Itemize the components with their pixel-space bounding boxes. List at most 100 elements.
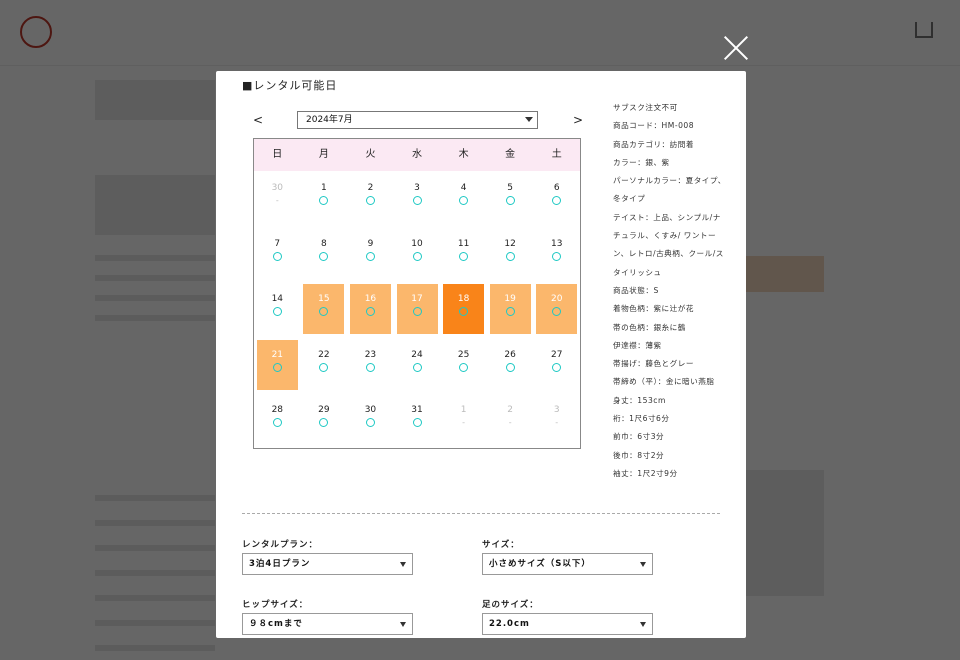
day-number: 26 xyxy=(504,349,516,360)
foot-select[interactable]: 22.0cm xyxy=(482,613,653,635)
weekday-label: 金 xyxy=(505,149,516,160)
unavailable-mark: - xyxy=(508,418,512,428)
calendar-day-avail[interactable]: 13 xyxy=(536,229,577,279)
calendar-day-range[interactable]: 19 xyxy=(489,284,531,335)
calendar-day-avail[interactable]: 8 xyxy=(303,229,344,279)
calendar-day-avail[interactable]: 1 xyxy=(303,173,344,223)
day-number: 6 xyxy=(553,183,560,194)
available-circle-icon xyxy=(319,307,329,317)
day-number: 23 xyxy=(364,349,377,360)
foot-label: 足のサイズ： xyxy=(482,600,539,610)
calendar-day-avail[interactable]: 31 xyxy=(397,395,438,445)
hip-select[interactable]: ９８cmまで xyxy=(242,613,413,635)
calendar-day-avail[interactable]: 7 xyxy=(257,229,298,279)
available-circle-icon xyxy=(319,418,329,428)
day-number: 30 xyxy=(271,183,284,194)
day-number: 2 xyxy=(507,405,513,416)
available-circle-icon xyxy=(459,196,469,206)
info-line: 伊達襟：薄紫 xyxy=(613,340,662,350)
calendar-day-range[interactable]: 16 xyxy=(349,284,391,335)
available-circle-icon xyxy=(272,251,282,261)
day-number: 28 xyxy=(271,405,284,416)
calendar-day-range[interactable]: 17 xyxy=(396,284,438,335)
hip-select-value: ９８cmまで xyxy=(249,619,303,629)
info-line: 裄：1尺6寸6分 xyxy=(613,414,670,424)
info-line: 帯締め（平）：金に暗い燕脂 xyxy=(613,377,715,387)
info-line: 後巾：8寸2分 xyxy=(613,450,665,460)
available-circle-icon xyxy=(552,362,562,372)
calendar-day-avail[interactable]: 28 xyxy=(257,395,298,445)
available-circle-icon xyxy=(505,251,515,261)
calendar-day-avail[interactable]: 4 xyxy=(443,173,484,223)
size-select[interactable]: 小さめサイズ（S以下） xyxy=(482,553,653,575)
available-circle-icon xyxy=(272,362,282,372)
available-circle-icon xyxy=(459,362,469,372)
weekday-label: 火 xyxy=(365,149,376,160)
calendar-day-avail[interactable]: 5 xyxy=(490,173,531,223)
available-circle-icon xyxy=(552,307,562,317)
calendar-day-avail[interactable]: 10 xyxy=(397,229,438,279)
day-number: 11 xyxy=(457,238,470,249)
day-number: 1 xyxy=(320,183,327,194)
day-number: 22 xyxy=(318,349,330,360)
day-number: 14 xyxy=(271,294,284,305)
available-circle-icon xyxy=(412,196,422,206)
calendar-day-selected[interactable]: 18 xyxy=(443,284,485,335)
day-number: 13 xyxy=(550,238,563,249)
info-line: 身丈：153cm xyxy=(613,395,666,405)
info-line: パーソナルカラー：夏タイプ、冬タイプ xyxy=(613,176,726,204)
calendar-day-avail[interactable]: 3 xyxy=(397,173,438,223)
chevron-down-icon xyxy=(400,622,406,627)
calendar-day-avail[interactable]: 27 xyxy=(536,340,577,390)
calendar-day-avail[interactable]: 2 xyxy=(350,173,391,223)
info-line: 商品コード：HM-008 xyxy=(613,121,695,131)
calendar-day-avail[interactable]: 14 xyxy=(257,284,298,334)
day-number: 10 xyxy=(411,238,423,249)
divider xyxy=(242,513,720,514)
day-number: 12 xyxy=(504,238,516,249)
calendar-day-avail[interactable]: 11 xyxy=(443,229,484,279)
calendar-day-avail[interactable]: 24 xyxy=(397,340,438,390)
available-circle-icon xyxy=(365,418,375,428)
day-number: 16 xyxy=(364,294,377,305)
calendar-day-range[interactable]: 15 xyxy=(303,284,345,335)
info-line: 商品状態：S xyxy=(613,285,659,295)
calendar-day-avail[interactable]: 26 xyxy=(490,340,531,390)
available-circle-icon xyxy=(412,307,422,317)
rental-modal: ■レンタル可能日 < 2024年7月 > 日 月 火 水 木 金 土 30-1 2… xyxy=(216,71,746,638)
calendar-day-avail[interactable]: 12 xyxy=(490,229,531,279)
info-line: 着物色柄：紫に辻が花 xyxy=(613,304,694,314)
month-select[interactable]: 2024年7月 xyxy=(297,111,538,129)
calendar-day-avail[interactable]: 25 xyxy=(443,340,484,390)
weekday-header: 日 月 火 水 木 金 土 xyxy=(254,139,580,171)
prev-month-button[interactable]: < xyxy=(253,113,263,127)
info-line: カラー：銀、紫 xyxy=(613,157,670,167)
foot-select-value: 22.0cm xyxy=(489,619,530,629)
calendar-day-avail[interactable]: 9 xyxy=(350,229,391,279)
close-icon[interactable] xyxy=(722,34,750,62)
available-circle-icon xyxy=(319,251,329,261)
available-circle-icon xyxy=(505,307,515,317)
day-number: 31 xyxy=(411,405,423,416)
info-line: テイスト：上品、シンプル/ナチュラル、くすみ/ ワントーン、レトロ/古典柄、クー… xyxy=(613,212,724,277)
calendar-day-avail[interactable]: 6 xyxy=(536,173,577,223)
weekday-label: 土 xyxy=(551,149,562,160)
info-line: 商品カテゴリ：訪問着 xyxy=(613,139,694,149)
calendar-day-disabled: 3- xyxy=(536,395,577,445)
day-number: 3 xyxy=(553,405,560,416)
calendar-day-range[interactable]: 20 xyxy=(536,284,578,335)
unavailable-mark: - xyxy=(462,418,466,428)
calendar-grid: 30-1 2 3 4 5 6 7 8 9 10 11 12 13 14 15 16 17 18 19 20 21 22 23… xyxy=(254,171,580,448)
calendar-day-avail[interactable]: 22 xyxy=(303,340,344,390)
day-number: 5 xyxy=(507,183,513,194)
calendar-day-avail[interactable]: 30 xyxy=(350,395,391,445)
calendar-day-avail[interactable]: 29 xyxy=(303,395,344,445)
day-number: 3 xyxy=(414,183,420,194)
available-circle-icon xyxy=(365,362,375,372)
month-select-value: 2024年7月 xyxy=(306,115,353,125)
plan-select[interactable]: 3泊4日プラン xyxy=(242,553,413,575)
next-month-button[interactable]: > xyxy=(573,113,583,127)
calendar-day-avail[interactable]: 23 xyxy=(350,340,391,390)
calendar-day-range[interactable]: 21 xyxy=(256,339,298,390)
chevron-down-icon xyxy=(640,622,646,627)
